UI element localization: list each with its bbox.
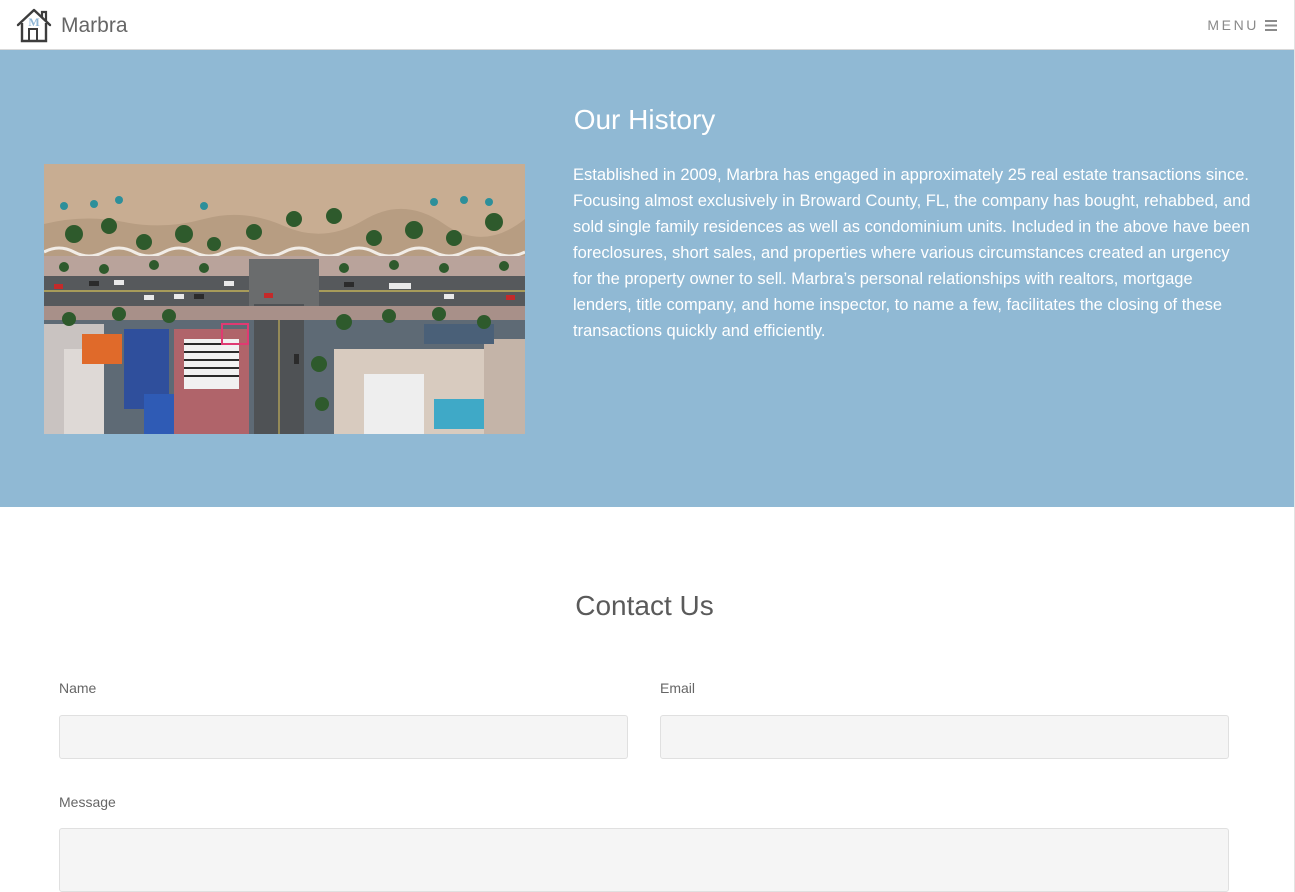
name-label: Name [59,680,97,696]
aerial-beachfront-photo [44,164,525,434]
navbar: M Marbra MENU [0,0,1294,50]
house-logo-icon: M [16,8,52,43]
menu-label: MENU [1207,17,1259,33]
message-textarea[interactable] [59,828,1229,892]
contact-title: Contact Us [575,590,714,621]
name-input[interactable] [59,715,628,759]
history-title: Our History [573,104,716,135]
logo-letter: M [28,15,39,29]
history-description: Established in 2009, Marbra has engaged … [573,166,1251,340]
brand-name: Marbra [61,13,128,37]
history-section: Our History Established in 2009, Marbra … [0,50,1294,507]
brand-link[interactable]: M Marbra [15,5,128,45]
email-label: Email [660,680,696,696]
menu-button[interactable]: MENU [1207,16,1277,34]
page: M Marbra MENU Our History Established in… [0,0,1295,892]
hamburger-icon [1265,19,1277,31]
email-input[interactable] [660,715,1229,759]
message-label: Message [59,794,116,810]
